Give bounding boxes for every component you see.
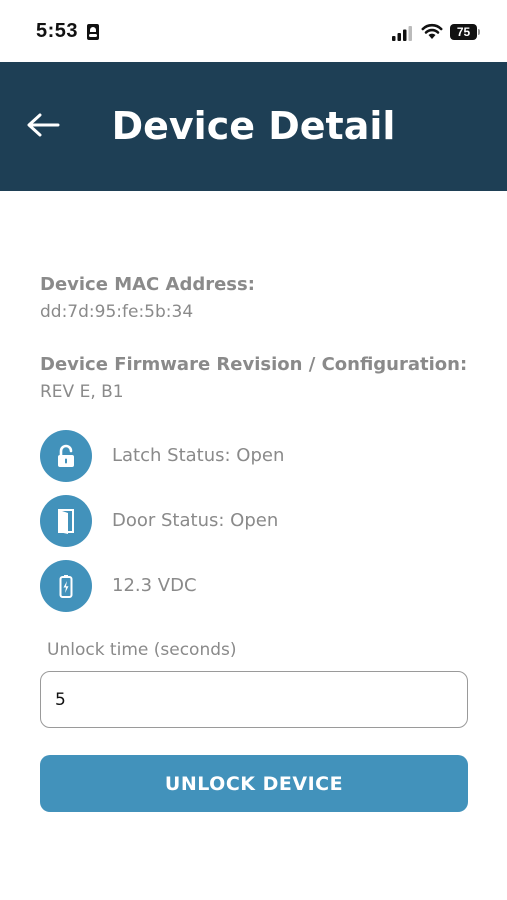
status-bar: 5:53 75 [0, 0, 507, 62]
mac-address-value: dd:7d:95:fe:5b:34 [40, 302, 194, 322]
arrow-left-icon [27, 113, 60, 137]
voltage-text: 12.3 VDC [112, 575, 197, 596]
latch-status-row: Latch Status: Open [40, 430, 460, 482]
firmware-label: Device Firmware Revision / Configuration… [40, 354, 468, 375]
battery-charging-icon [59, 575, 73, 598]
door-status-row: Door Status: Open [40, 495, 460, 547]
page-title: Device Detail [111, 104, 396, 148]
cellular-signal-icon [392, 26, 412, 41]
firmware-value: REV E, B1 [40, 382, 124, 402]
wifi-icon [421, 23, 443, 39]
mac-address-label: Device MAC Address: [40, 274, 255, 295]
contact-card-icon [87, 24, 99, 40]
unlock-time-label: Unlock time (seconds) [47, 640, 237, 660]
door-status-text: Door Status: Open [112, 510, 279, 531]
latch-status-badge [40, 430, 92, 482]
door-status-badge [40, 495, 92, 547]
unlock-device-button[interactable]: UNLOCK DEVICE [40, 755, 468, 812]
status-time: 5:53 [36, 20, 79, 42]
app-header: Device Detail [0, 62, 507, 191]
latch-status-text: Latch Status: Open [112, 445, 285, 466]
unlock-time-input[interactable] [40, 671, 468, 728]
back-button[interactable] [18, 100, 68, 150]
unlocked-padlock-icon [58, 444, 74, 467]
battery-level: 75 [456, 25, 471, 39]
voltage-status-badge [40, 560, 92, 612]
open-door-icon [58, 509, 74, 534]
voltage-status-row: 12.3 VDC [40, 560, 460, 612]
battery-icon: 75 [450, 24, 480, 40]
